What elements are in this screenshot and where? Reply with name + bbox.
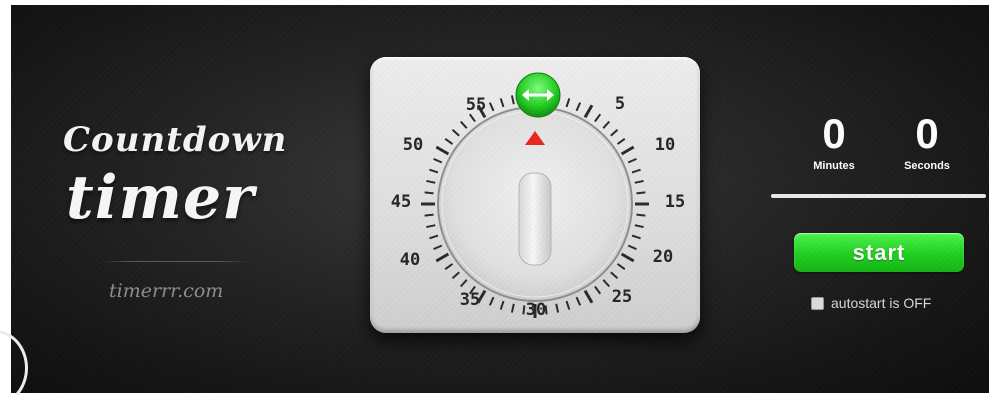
dial-number-45: 45 bbox=[391, 192, 411, 212]
dial-tick bbox=[429, 168, 439, 174]
dial-tick bbox=[510, 95, 515, 105]
kitchen-timer-dial[interactable]: 55 5 50 10 45 15 40 20 35 25 30 bbox=[370, 57, 700, 333]
brand-title-line2: timer bbox=[66, 163, 255, 233]
dial-tick bbox=[594, 113, 602, 123]
dial-tick bbox=[522, 305, 526, 315]
minutes-value: 0 bbox=[822, 110, 846, 157]
dial-card: 55 5 50 10 45 15 40 20 35 25 30 bbox=[370, 57, 700, 333]
dial-tick bbox=[610, 271, 619, 280]
dial-tick bbox=[583, 104, 594, 119]
dial-tick bbox=[602, 120, 611, 129]
dial-tick bbox=[565, 98, 571, 108]
dial-tick bbox=[488, 296, 495, 306]
dial-tick bbox=[433, 157, 443, 164]
dial-tick bbox=[631, 234, 641, 240]
brand-divider bbox=[101, 261, 249, 262]
dial-tick bbox=[594, 285, 602, 295]
dial-tick bbox=[459, 279, 468, 288]
progress-bar bbox=[771, 194, 986, 198]
dial-number-40: 40 bbox=[400, 250, 420, 270]
dial-tick bbox=[444, 137, 454, 145]
dial-tick bbox=[575, 296, 582, 306]
seconds-display: 0 Seconds bbox=[887, 110, 967, 173]
dial-tick bbox=[429, 234, 439, 240]
minutes-display: 0 Minutes bbox=[794, 110, 874, 173]
dial-tick bbox=[451, 271, 460, 280]
dial-tick bbox=[459, 120, 468, 129]
dial-tick bbox=[424, 191, 434, 195]
dial-tick bbox=[631, 168, 641, 174]
dial-number-5: 5 bbox=[615, 94, 625, 114]
dial-tick bbox=[451, 128, 460, 137]
dial-tick bbox=[468, 113, 476, 123]
dial-tick bbox=[424, 213, 434, 217]
autostart-checkbox[interactable] bbox=[811, 296, 824, 310]
dial-tick bbox=[627, 157, 637, 164]
dial-tick bbox=[620, 252, 635, 263]
dial-tick bbox=[636, 191, 646, 195]
brand-title-line1: Countdown bbox=[63, 120, 288, 160]
dial-tick bbox=[583, 289, 594, 304]
dial-tick bbox=[426, 224, 436, 229]
dial-number-55: 55 bbox=[466, 95, 486, 115]
dial-tick bbox=[610, 128, 619, 137]
dial-tick bbox=[627, 244, 637, 251]
dial-tick bbox=[555, 303, 560, 313]
dial-tick bbox=[435, 252, 450, 263]
dial-tick bbox=[426, 179, 436, 184]
autostart-label: autostart is OFF bbox=[831, 295, 932, 311]
dial-tick bbox=[499, 98, 505, 108]
dial-tick bbox=[602, 279, 611, 288]
dial-tick bbox=[565, 300, 571, 310]
dial-number-50: 50 bbox=[403, 135, 423, 155]
dial-tick bbox=[510, 303, 515, 313]
start-button[interactable]: start bbox=[794, 233, 964, 272]
dial-tick bbox=[634, 179, 644, 184]
minutes-label: Minutes bbox=[813, 160, 855, 172]
dial-number-10: 10 bbox=[655, 135, 675, 155]
autostart-toggle[interactable]: autostart is OFF bbox=[811, 295, 931, 311]
dial-tick bbox=[616, 263, 626, 271]
dial-tick bbox=[575, 102, 582, 112]
dial-number-30: 30 bbox=[526, 300, 546, 320]
dial-tick bbox=[433, 244, 443, 251]
seconds-value: 0 bbox=[915, 110, 939, 157]
dial-number-15: 15 bbox=[665, 192, 685, 212]
dial-tick bbox=[616, 137, 626, 145]
dial-tick bbox=[444, 263, 454, 271]
dial-tick bbox=[634, 224, 644, 229]
dial-number-25: 25 bbox=[612, 287, 632, 307]
dial-tick bbox=[499, 300, 505, 310]
dial-tick bbox=[620, 145, 635, 156]
brand-site-link[interactable]: timerrr.com bbox=[109, 280, 223, 302]
dial-tick bbox=[636, 213, 646, 217]
dial-tick bbox=[488, 102, 495, 112]
dial-number-20: 20 bbox=[653, 247, 673, 267]
dial-knob[interactable] bbox=[518, 172, 552, 266]
dial-number-35: 35 bbox=[460, 290, 480, 310]
timer-stage: Countdown timer timerrr.com 55 5 50 10 4… bbox=[11, 5, 989, 393]
dial-tick bbox=[435, 145, 450, 156]
seconds-label: Seconds bbox=[904, 160, 950, 172]
